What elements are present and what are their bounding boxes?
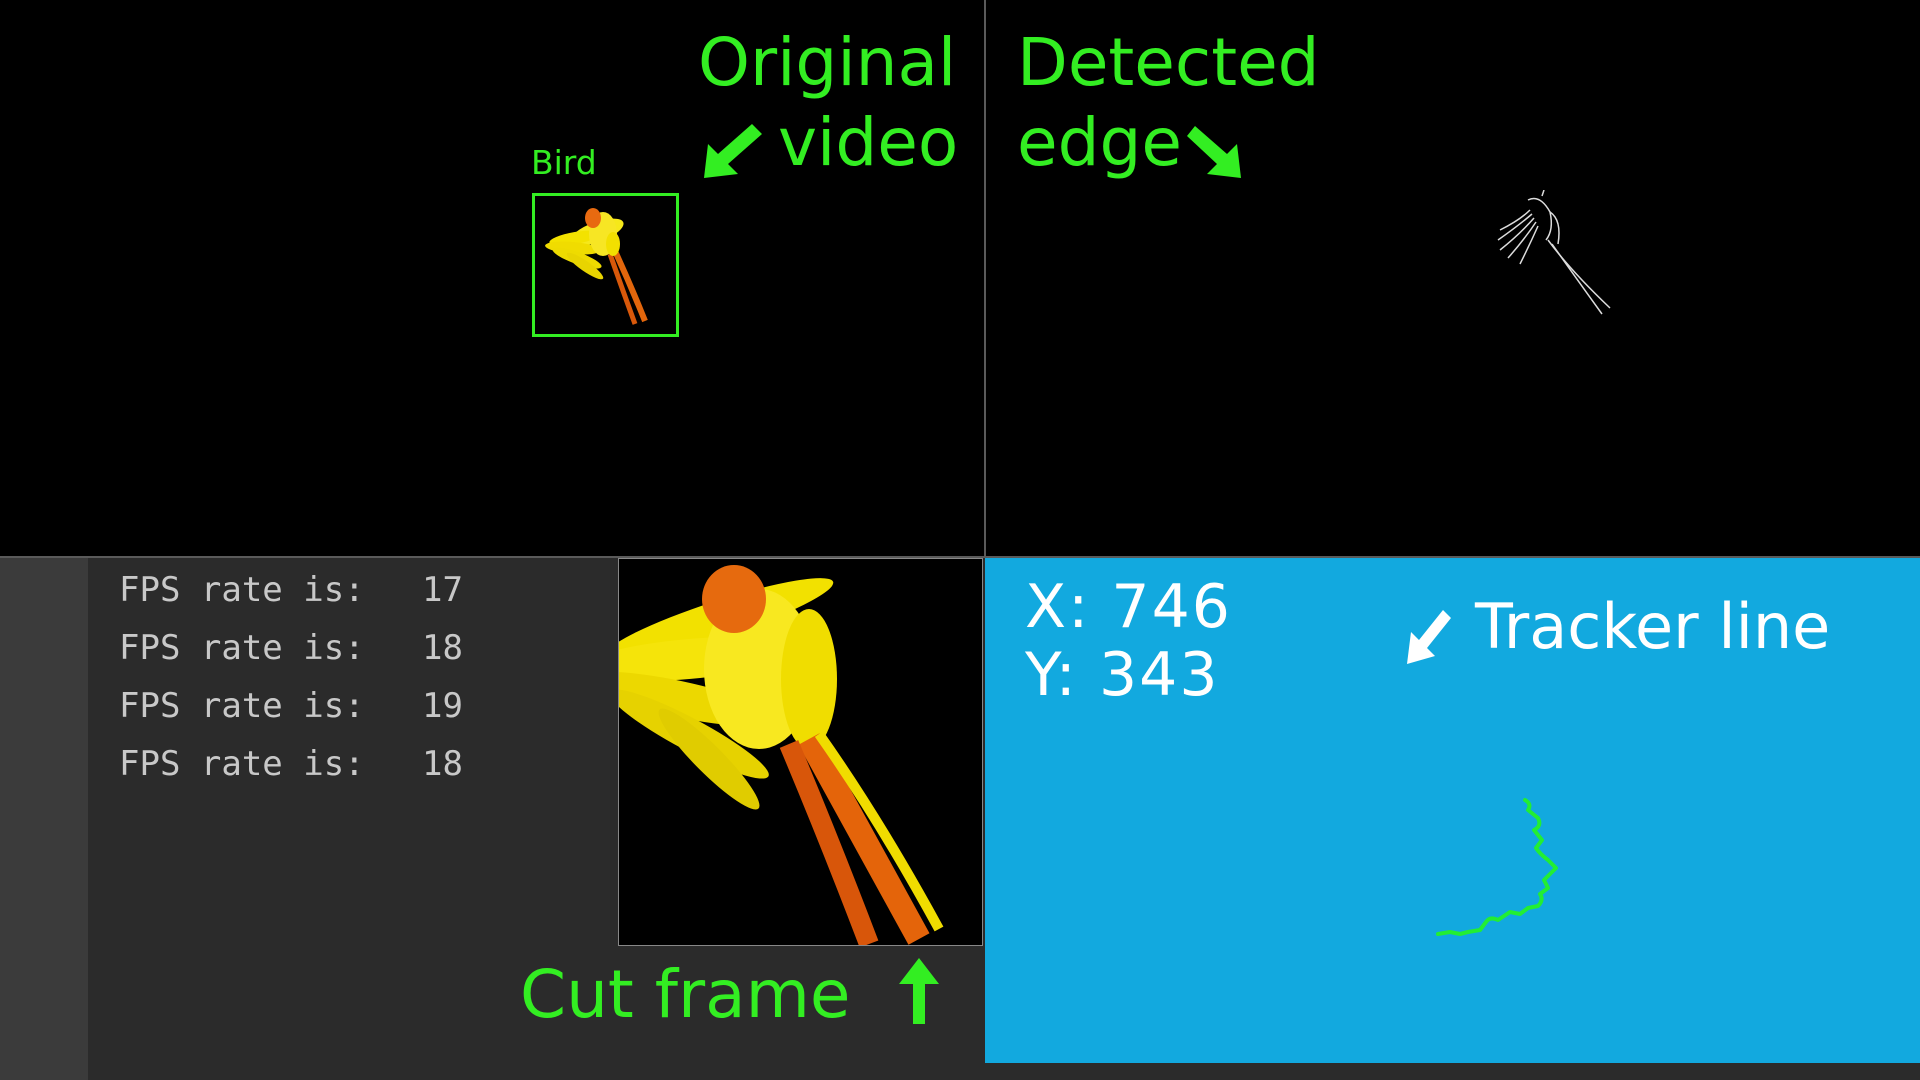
arrow-up-icon [899,958,939,1024]
cut-frame-image [618,558,983,946]
original-video-label-line2: video [778,104,959,181]
console-line-label: FPS rate is: [119,744,365,784]
console-line-value: 17 [422,570,463,610]
console-line-label: FPS rate is: [119,570,365,610]
detected-edge-label-line2: edge [1017,104,1182,181]
tracker-x-coordinate: X: 746 [1025,572,1232,642]
arrow-down-left-icon [1407,610,1451,664]
bottom-strip [985,1063,1920,1080]
arrow-down-left-icon [704,124,762,178]
arrow-down-right-icon [1187,126,1241,178]
console-gutter [0,558,88,1080]
console-line-label: FPS rate is: [119,628,365,668]
cut-bird-image [619,565,944,945]
original-video-label-line1: Original [698,24,957,101]
detection-label: Bird [531,143,597,182]
edge-bird-outline [1497,190,1611,315]
bird-image [545,208,648,325]
tracker-path [1436,798,1558,936]
detected-edge-label-line1: Detected [1017,24,1320,101]
console-line-value: 18 [422,744,463,784]
console-line-value: 19 [422,686,463,726]
console-line-label: FPS rate is: [119,686,365,726]
console-line-value: 18 [422,628,463,668]
tracker-line-label: Tracker line [1475,590,1831,663]
tracker-y-coordinate: Y: 343 [1025,640,1220,710]
vertical-divider [984,0,986,558]
cut-frame-label: Cut frame [520,956,851,1033]
